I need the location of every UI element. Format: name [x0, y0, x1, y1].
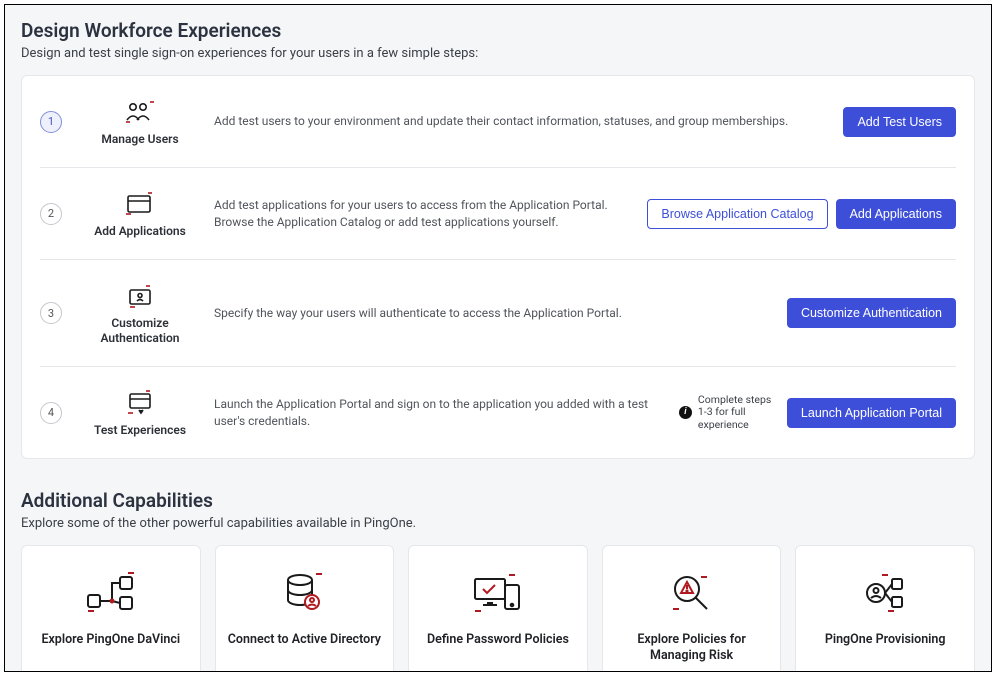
step-actions: Browse Application Catalog Add Applicati… [647, 199, 956, 229]
davinci-icon [32, 568, 190, 618]
step-row-add-applications: 2 Add [40, 168, 956, 260]
applications-icon [76, 188, 204, 220]
step-label: Test Experiences [76, 423, 204, 438]
password-icon [419, 568, 577, 618]
main-panel: Design Workforce Experiences Design and … [4, 4, 992, 672]
step-row-manage-users: 1 [40, 76, 956, 168]
workforce-section: Design Workforce Experiences Design and … [21, 19, 975, 459]
step-actions: Customize Authentication [787, 298, 956, 328]
step-label: Add Applications [76, 224, 204, 239]
users-icon [76, 96, 204, 128]
additional-section: Additional Capabilities Explore some of … [21, 489, 975, 672]
risk-icon [613, 568, 771, 618]
step-description: Add test users to your environment and u… [214, 113, 843, 130]
step-iconlabel: Test Experiences [76, 387, 204, 438]
hint-text: Complete steps 1-3 for full experience [698, 394, 779, 432]
add-applications-button[interactable]: Add Applications [836, 199, 956, 229]
auth-icon [76, 280, 204, 312]
capability-label: Explore Policies for Managing Risk [613, 632, 771, 663]
additional-subtitle: Explore some of the other powerful capab… [21, 516, 975, 531]
additional-title: Additional Capabilities [21, 489, 975, 512]
step-number-badge: 3 [40, 302, 62, 324]
capability-label: Connect to Active Directory [226, 632, 384, 648]
step-iconlabel: Customize Authentication [76, 280, 204, 346]
capability-label: Define Password Policies [419, 632, 577, 648]
section-title: Design Workforce Experiences [21, 19, 975, 42]
step-description: Add test applications for your users to … [214, 197, 647, 231]
capability-provisioning[interactable]: PingOne Provisioning [795, 545, 975, 672]
capability-risk[interactable]: Explore Policies for Managing Risk [602, 545, 782, 672]
step-label: Manage Users [76, 132, 204, 147]
steps-card: 1 [21, 75, 975, 459]
step-row-test-experiences: 4 [40, 367, 956, 458]
capability-directory[interactable]: Connect to Active Directory [215, 545, 395, 672]
customize-auth-button[interactable]: Customize Authentication [787, 298, 956, 328]
step-iconlabel: Add Applications [76, 188, 204, 239]
step-actions: i Complete steps 1-3 for full experience… [679, 394, 956, 432]
section-subtitle: Design and test single sign-on experienc… [21, 46, 975, 61]
directory-icon [226, 568, 384, 618]
completion-hint: i Complete steps 1-3 for full experience [679, 394, 779, 432]
step-label: Customize Authentication [76, 316, 204, 346]
capability-davinci[interactable]: Explore PingOne DaVinci [21, 545, 201, 672]
step-number-badge: 1 [40, 111, 62, 133]
add-test-users-button[interactable]: Add Test Users [843, 107, 956, 137]
step-number-badge: 2 [40, 203, 62, 225]
capability-label: PingOne Provisioning [806, 632, 964, 648]
test-icon [76, 387, 204, 419]
step-row-customize-auth: 3 [40, 260, 956, 367]
provisioning-icon [806, 568, 964, 618]
step-actions: Add Test Users [843, 107, 956, 137]
browse-catalog-button[interactable]: Browse Application Catalog [647, 199, 827, 229]
step-description: Specify the way your users will authenti… [214, 305, 787, 322]
info-icon: i [679, 406, 692, 419]
capability-password[interactable]: Define Password Policies [408, 545, 588, 672]
step-number-badge: 4 [40, 402, 62, 424]
capabilities-grid: Explore PingOne DaVinci [21, 545, 975, 672]
step-iconlabel: Manage Users [76, 96, 204, 147]
capability-label: Explore PingOne DaVinci [32, 632, 190, 648]
launch-portal-button[interactable]: Launch Application Portal [787, 398, 956, 428]
step-description: Launch the Application Portal and sign o… [214, 396, 679, 430]
